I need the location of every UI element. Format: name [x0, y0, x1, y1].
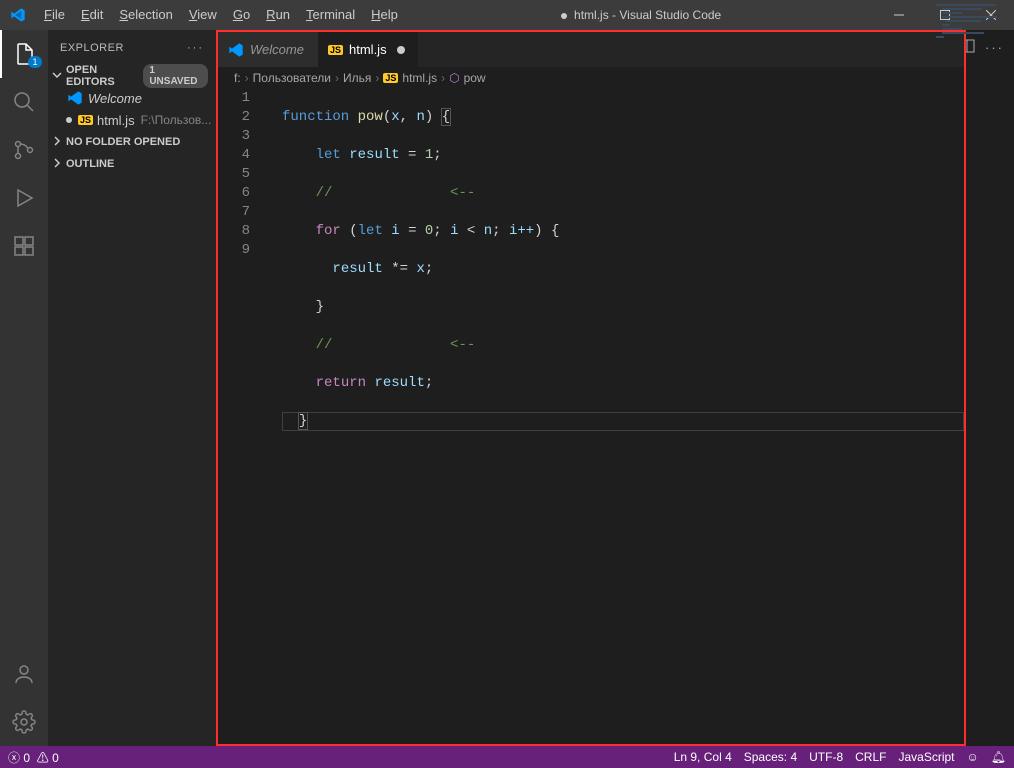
sidebar-title: EXPLORER ··· — [48, 30, 216, 65]
menu-view[interactable]: ViewView — [181, 0, 225, 30]
more-icon[interactable]: ··· — [187, 42, 204, 54]
section-open-editors-label: OPEN EDITORS — [66, 64, 143, 88]
menu-bar: FFileile EditEdit SelectionSelection Vie… — [36, 0, 406, 30]
chevron-right-icon — [52, 158, 62, 171]
minimize-button[interactable] — [876, 0, 922, 30]
activity-badge: 1 — [28, 56, 41, 68]
editor-actions-rail: ··· — [966, 30, 1014, 746]
tab-htmljs[interactable]: JS html.js — [318, 32, 418, 67]
section-outline[interactable]: OUTLINE — [48, 153, 216, 175]
vscode-icon — [228, 42, 244, 58]
activity-run-debug[interactable] — [0, 174, 48, 222]
warning-icon: ⚠ — [37, 751, 49, 765]
breadcrumb-folder[interactable]: Илья — [343, 71, 371, 85]
open-editor-path: F:\Пользов... — [141, 113, 212, 127]
symbol-icon: ⬡ — [449, 71, 459, 85]
menu-terminal[interactable]: TerminalTerminal — [298, 0, 363, 30]
activity-bar: 1 — [0, 30, 48, 746]
activity-explorer[interactable]: 1 — [0, 30, 48, 78]
open-editor-htmljs[interactable]: JS html.js F:\Пользов... — [48, 109, 216, 131]
tabs-row: Welcome JS html.js — [218, 32, 964, 67]
error-icon: ⓧ — [8, 751, 20, 765]
titlebar: FFileile EditEdit SelectionSelection Vie… — [0, 0, 1014, 30]
section-outline-label: OUTLINE — [66, 158, 114, 170]
js-icon: JS — [78, 115, 93, 125]
feedback-icon[interactable]: ☺ — [967, 750, 979, 764]
section-no-folder-label: NO FOLDER OPENED — [66, 136, 180, 148]
sidebar-title-label: EXPLORER — [60, 42, 124, 54]
section-open-editors[interactable]: OPEN EDITORS 1 UNSAVED — [48, 65, 216, 87]
menu-edit[interactable]: EditEdit — [73, 0, 111, 30]
menu-run[interactable]: RunRun — [258, 0, 298, 30]
dirty-indicator-icon — [561, 13, 567, 19]
breadcrumb-drive[interactable]: f: — [234, 71, 241, 85]
open-editor-label: html.js — [97, 113, 135, 128]
menu-help[interactable]: HelpHelp — [363, 0, 406, 30]
activity-accounts[interactable] — [0, 650, 48, 698]
sidebar-explorer: EXPLORER ··· OPEN EDITORS 1 UNSAVED Welc… — [48, 30, 216, 746]
bell-icon[interactable]: 🔔︎ — [991, 750, 1006, 764]
breadcrumb-symbol[interactable]: pow — [464, 71, 486, 85]
status-bar: ⓧ 0 ⚠ 0 Ln 9, Col 4 Spaces: 4 UTF-8 CRLF… — [0, 746, 1014, 768]
code-content[interactable]: function pow(x, n) { let result = 1; // … — [266, 89, 964, 744]
breadcrumb-file[interactable]: html.js — [402, 71, 437, 85]
menu-go[interactable]: GoGo — [225, 0, 258, 30]
chevron-right-icon — [52, 136, 62, 149]
window-title-label: html.js - Visual Studio Code — [574, 8, 721, 22]
open-editor-welcome[interactable]: Welcome — [48, 87, 216, 109]
dirty-indicator-icon — [66, 117, 72, 123]
activity-settings[interactable] — [0, 698, 48, 746]
open-editor-label: Welcome — [88, 91, 142, 106]
minimap[interactable] — [934, 0, 1004, 60]
tab-label: Welcome — [250, 42, 304, 57]
editor-group: Welcome JS html.js f: › Пользователи › И… — [216, 30, 966, 746]
menu-selection[interactable]: SelectionSelection — [111, 0, 180, 30]
status-spaces[interactable]: Spaces: 4 — [744, 750, 797, 764]
activity-source-control[interactable] — [0, 126, 48, 174]
vscode-icon — [66, 90, 84, 106]
activity-extensions[interactable] — [0, 222, 48, 270]
chevron-right-icon: › — [335, 71, 339, 85]
tab-label: html.js — [349, 42, 387, 57]
activity-search[interactable] — [0, 78, 48, 126]
status-problems[interactable]: ⓧ 0 ⚠ 0 — [8, 749, 59, 766]
chevron-right-icon: › — [441, 71, 445, 85]
status-encoding[interactable]: UTF-8 — [809, 750, 843, 764]
status-eol[interactable]: CRLF — [855, 750, 886, 764]
js-icon: JS — [328, 45, 343, 55]
dirty-indicator-icon — [397, 46, 405, 54]
breadcrumb-folder[interactable]: Пользователи — [253, 71, 331, 85]
status-language[interactable]: JavaScript — [898, 750, 954, 764]
chevron-right-icon: › — [375, 71, 379, 85]
unsaved-badge: 1 UNSAVED — [143, 64, 208, 88]
chevron-down-icon — [52, 70, 62, 83]
tab-welcome[interactable]: Welcome — [218, 32, 318, 67]
line-numbers: 123456789 — [218, 89, 266, 744]
js-icon: JS — [383, 73, 398, 83]
section-no-folder[interactable]: NO FOLDER OPENED — [48, 131, 216, 153]
window-title: html.js - Visual Studio Code — [406, 8, 876, 22]
code-editor[interactable]: 123456789 function pow(x, n) { let resul… — [218, 89, 964, 744]
chevron-right-icon: › — [245, 71, 249, 85]
breadcrumb[interactable]: f: › Пользователи › Илья › JS html.js › … — [218, 67, 964, 89]
status-lncol[interactable]: Ln 9, Col 4 — [674, 750, 732, 764]
menu-file[interactable]: FFileile — [36, 0, 73, 30]
vscode-icon — [10, 7, 26, 23]
